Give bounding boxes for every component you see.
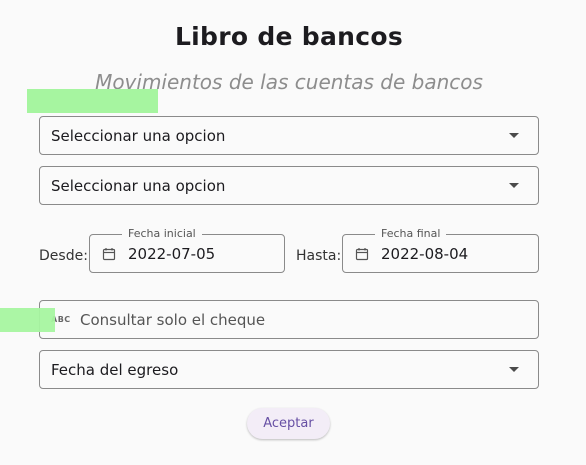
calendar-icon	[355, 248, 369, 261]
fecha-inicial-value: 2022-07-05	[128, 245, 216, 263]
order-select-value: Fecha del egreso	[51, 361, 179, 379]
fecha-inicial-label: Fecha inicial	[122, 227, 202, 240]
fecha-inicial-field[interactable]: Fecha inicial 2022-07-05	[89, 227, 285, 273]
page-title: Libro de bancos	[174, 22, 404, 51]
desde-label: Desde:	[39, 248, 88, 264]
hasta-label: Hasta:	[296, 248, 342, 264]
account-select-1-value: Seleccionar una opcion	[51, 127, 226, 145]
fecha-final-field[interactable]: Fecha final 2022-08-04	[342, 227, 539, 273]
account-select-2[interactable]: Seleccionar una opcion	[39, 166, 539, 205]
fecha-final-value: 2022-08-04	[381, 245, 469, 263]
highlight-marker	[0, 308, 55, 332]
aceptar-button[interactable]: Aceptar	[247, 408, 330, 439]
account-select-2-value: Seleccionar una opcion	[51, 177, 226, 195]
dropdown-arrow-icon	[509, 183, 519, 188]
calendar-icon	[102, 248, 116, 261]
cheque-placeholder: Consultar solo el cheque	[80, 311, 266, 329]
dropdown-arrow-icon	[509, 367, 519, 372]
order-select[interactable]: Fecha del egreso	[39, 350, 539, 389]
dropdown-arrow-icon	[509, 133, 519, 138]
cheque-input[interactable]: ABC Consultar solo el cheque	[39, 300, 539, 339]
highlight-marker	[27, 89, 158, 113]
account-select-1[interactable]: Seleccionar una opcion	[39, 116, 539, 155]
fecha-final-label: Fecha final	[375, 227, 447, 240]
